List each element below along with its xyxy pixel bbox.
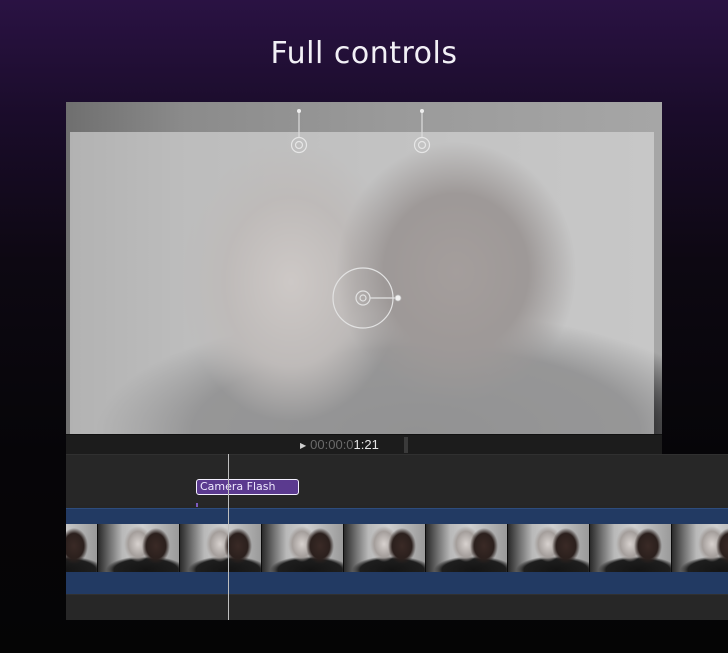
- filmstrip: [66, 524, 728, 572]
- viewer-control-bar: ▶ 00:00:01:21: [66, 434, 662, 474]
- position-handle-right[interactable]: [413, 109, 431, 154]
- headline: Full controls: [270, 36, 458, 71]
- filmstrip-thumbnail: [98, 524, 180, 572]
- position-handle-left[interactable]: [290, 109, 308, 154]
- timeline[interactable]: Camera Flash: [66, 454, 728, 620]
- audio-meter-icon: [404, 437, 414, 474]
- clip-connector: [196, 503, 198, 507]
- filmstrip-thumbnail: [262, 524, 344, 572]
- lower-track-area: [66, 594, 728, 620]
- onscreen-controls[interactable]: [66, 102, 662, 434]
- filmstrip-thumbnail: [590, 524, 672, 572]
- title-clip-camera-flash[interactable]: Camera Flash: [196, 479, 299, 495]
- playhead[interactable]: [228, 454, 229, 620]
- timecode-display[interactable]: ▶ 00:00:01:21: [300, 437, 379, 453]
- filmstrip-thumbnail: [180, 524, 262, 572]
- clip-header: [66, 508, 728, 525]
- filmstrip-thumbnail: [66, 524, 98, 572]
- viewer[interactable]: [66, 102, 662, 434]
- center-target-icon[interactable]: [332, 267, 402, 329]
- filmstrip-thumbnail: [672, 524, 728, 572]
- audio-waveform-area: [66, 572, 728, 595]
- filmstrip-thumbnail: [426, 524, 508, 572]
- play-icon[interactable]: ▶: [300, 441, 306, 450]
- primary-storyline-clip[interactable]: [66, 508, 728, 595]
- filmstrip-thumbnail: [508, 524, 590, 572]
- connected-track-area: [66, 454, 728, 505]
- filmstrip-thumbnail: [344, 524, 426, 572]
- rotation-handle-icon: [394, 294, 402, 302]
